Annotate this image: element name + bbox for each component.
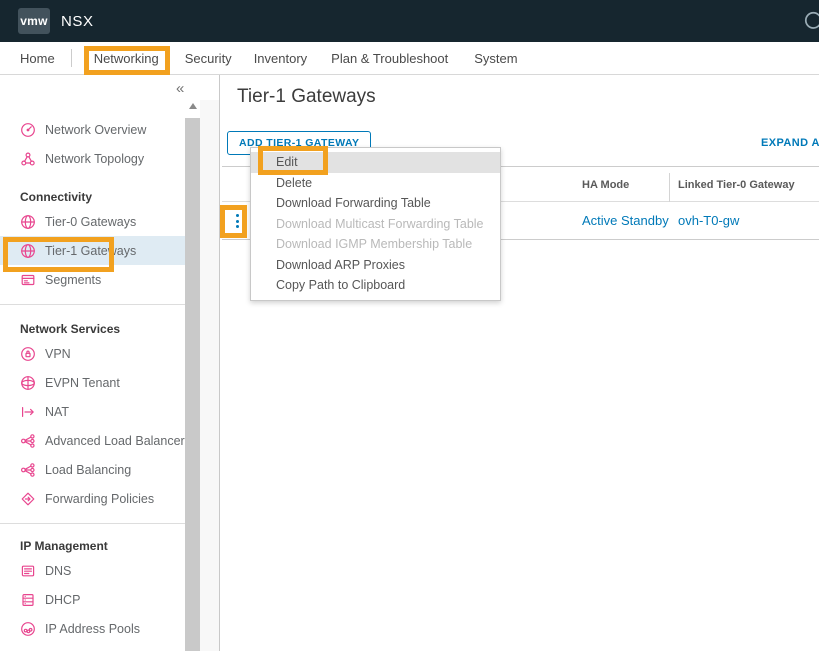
sidebar-item-label: Network Topology [45, 152, 144, 166]
sidebar-item-ip-address-pools[interactable]: IP Address Pools [0, 614, 185, 643]
sidebar-scrollbar-thumb[interactable] [185, 118, 200, 651]
menu-item-download-forwarding-table[interactable]: Download Forwarding Table [251, 193, 500, 214]
tab-plan-troubleshoot[interactable]: Plan & Troubleshoot [331, 51, 448, 66]
sidebar-item-label: VPN [45, 347, 71, 361]
sidebar-section-network-services: Network Services [0, 319, 185, 339]
product-name: NSX [61, 13, 94, 30]
menu-item-download-multicast-forwarding-table: Download Multicast Forwarding Table [251, 214, 500, 235]
tab-divider [71, 49, 72, 67]
sidebar-section-ip-management: IP Management [0, 536, 185, 556]
sidebar-item-evpn-tenant[interactable]: EVPN Tenant [0, 368, 185, 397]
load-balancer-icon [20, 462, 36, 478]
sidebar-item-dns[interactable]: DNS [0, 556, 185, 585]
vmware-logo[interactable]: vmw [18, 8, 50, 34]
linked-tier0-gateway-link[interactable]: ovh-T0-gw [678, 213, 739, 228]
sidebar-item-label: Forwarding Policies [45, 492, 154, 506]
forwarding-policies-icon [20, 491, 36, 507]
expand-all-link[interactable]: EXPAND ALL [761, 137, 819, 149]
gateway-icon [20, 214, 36, 230]
row-actions-context-menu: Edit Delete Download Forwarding Table Do… [250, 147, 501, 301]
tab-home[interactable]: Home [20, 51, 55, 66]
sidebar-item-label: Tier-1 Gateways [45, 244, 136, 258]
sidebar-scroll-gutter [200, 100, 219, 651]
sidebar-section-connectivity: Connectivity [0, 187, 185, 207]
sidebar-item-tier0-gateways[interactable]: Tier-0 Gateways [0, 207, 185, 236]
sidebar-item-label: Advanced Load Balancer [45, 434, 185, 448]
collapse-sidebar-icon[interactable]: « [176, 80, 184, 97]
nat-icon [20, 404, 36, 420]
globe-icon [20, 375, 36, 391]
column-divider [669, 173, 670, 202]
menu-item-download-arp-proxies[interactable]: Download ARP Proxies [251, 255, 500, 276]
dns-icon [20, 563, 36, 579]
sidebar-item-label: NAT [45, 405, 69, 419]
sidebar-item-vpn[interactable]: VPN [0, 339, 185, 368]
column-header-ha-mode[interactable]: HA Mode [582, 179, 629, 191]
sidebar-item-nat[interactable]: NAT [0, 397, 185, 426]
tab-security[interactable]: Security [185, 51, 232, 66]
gateway-icon [20, 243, 36, 259]
sidebar-item-forwarding-policies[interactable]: Forwarding Policies [0, 484, 185, 513]
sidebar-item-label: EVPN Tenant [45, 376, 120, 390]
primary-nav: Home Networking Security Inventory Plan … [0, 42, 819, 75]
sidebar-item-dhcp[interactable]: DHCP [0, 585, 185, 614]
topology-icon [20, 151, 36, 167]
menu-item-edit[interactable]: Edit [251, 152, 500, 173]
page-title: Tier-1 Gateways [237, 86, 376, 108]
search-icon[interactable] [802, 9, 819, 35]
tab-inventory[interactable]: Inventory [254, 51, 307, 66]
sidebar-item-label: IP Address Pools [45, 622, 140, 636]
nsx-app-window: vmw NSX Home Networking Security Invento… [0, 0, 819, 651]
sidebar-item-network-topology[interactable]: Network Topology [0, 144, 185, 173]
sidebar-item-segments[interactable]: Segments [0, 265, 185, 294]
app-header: vmw NSX [0, 0, 819, 42]
tab-system[interactable]: System [474, 51, 517, 66]
menu-item-delete[interactable]: Delete [251, 173, 500, 194]
sidebar-item-advanced-load-balancer[interactable]: Advanced Load Balancer [0, 426, 185, 455]
ha-mode-link[interactable]: Active Standby [582, 213, 669, 228]
ip-pools-icon [20, 621, 36, 637]
load-balancer-icon [20, 433, 36, 449]
vpn-icon [20, 346, 36, 362]
sidebar-divider [0, 523, 185, 524]
gauge-icon [20, 122, 36, 138]
sidebar-item-label: Tier-0 Gateways [45, 215, 136, 229]
column-header-linked-tier0-gateway[interactable]: Linked Tier-0 Gateway [678, 179, 795, 191]
tab-networking[interactable]: Networking [94, 51, 159, 66]
dhcp-icon [20, 592, 36, 608]
sidebar-item-label: Load Balancing [45, 463, 131, 477]
sidebar-item-label: Network Overview [45, 123, 146, 137]
segments-icon [20, 272, 36, 288]
sidebar-nav: Network Overview Network Topology Connec… [0, 115, 185, 643]
sidebar-item-load-balancing[interactable]: Load Balancing [0, 455, 185, 484]
sidebar-item-label: Segments [45, 273, 101, 287]
sidebar-item-tier1-gateways[interactable]: Tier-1 Gateways [0, 236, 185, 265]
sidebar-item-label: DNS [45, 564, 71, 578]
menu-item-download-igmp-membership-table: Download IGMP Membership Table [251, 234, 500, 255]
scrollbar-up-arrow-icon[interactable] [189, 103, 197, 109]
sidebar: « Network Overview Network Topology Conn… [0, 75, 220, 651]
sidebar-item-label: DHCP [45, 593, 80, 607]
sidebar-item-network-overview[interactable]: Network Overview [0, 115, 185, 144]
menu-item-copy-path-to-clipboard[interactable]: Copy Path to Clipboard [251, 275, 500, 296]
row-kebab-menu-button[interactable] [231, 210, 243, 232]
sidebar-divider [0, 304, 185, 305]
